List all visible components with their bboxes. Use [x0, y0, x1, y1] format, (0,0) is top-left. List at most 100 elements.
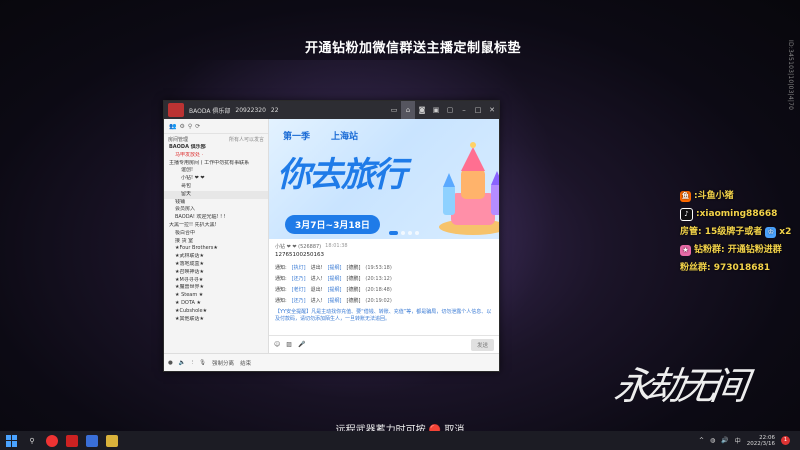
tree-item[interactable]: ★M寻寻寻★: [164, 277, 268, 285]
window-icon[interactable]: ▢: [443, 101, 457, 119]
notice-action: 退出!: [310, 287, 323, 293]
send-button[interactable]: 发送: [470, 338, 494, 351]
event-banner[interactable]: 第一季 上海站 你去旅行 3月7日~3月18日: [269, 119, 499, 239]
input-language[interactable]: 中: [735, 436, 741, 445]
notice-user[interactable]: [还乃]: [292, 275, 306, 282]
people-icon[interactable]: 👥: [169, 123, 176, 130]
tree-item-label: 钱铺: [175, 198, 186, 205]
tree-item[interactable]: ★落地成盒★: [164, 261, 268, 269]
tree-item[interactable]: 会员房入: [164, 206, 268, 214]
settings-icon[interactable]: ⚙: [179, 123, 184, 130]
tree-item-label: 留天: [181, 190, 192, 197]
mic-icon[interactable]: 🎤: [298, 341, 305, 348]
fan-icon: ★: [680, 244, 691, 256]
tree-item[interactable]: 主播专用房间 ( 工作中勿扰有事联系: [164, 160, 268, 168]
tree-item[interactable]: 钱铺: [164, 199, 268, 207]
tree-item[interactable]: ★ Steam ★: [164, 292, 268, 300]
system-tray: ^ ◍ 🔊 中 22:06 2022/3/16 1: [699, 435, 800, 447]
chevron-up-icon[interactable]: ^: [699, 437, 704, 444]
avatar[interactable]: ●: [168, 360, 173, 366]
banner-station: 上海站: [331, 132, 359, 142]
speaker-icon[interactable]: 🔈: [179, 360, 186, 366]
maximize-icon[interactable]: □: [471, 101, 485, 119]
volume-icon[interactable]: 🔊: [721, 437, 728, 444]
search-icon[interactable]: ⚲: [188, 123, 192, 130]
refresh-icon[interactable]: ⟳: [195, 123, 200, 130]
home-icon[interactable]: ⌂: [401, 101, 415, 119]
minimize-icon[interactable]: –: [457, 101, 471, 119]
douyu-icon: 鱼: [680, 190, 691, 202]
tree-item-label: ★落地成盒★: [175, 260, 204, 267]
notice-extra: [提纲]: [327, 276, 342, 282]
sidebar-header-label: 房间管理: [168, 136, 189, 143]
mic-toggle-icon[interactable]: 🎙: [199, 360, 206, 366]
banner-headline: 你去旅行: [277, 155, 407, 195]
search-icon[interactable]: ⚲: [26, 435, 38, 447]
end-button[interactable]: 结束: [240, 359, 251, 367]
tree-item[interactable]: ★ DOTA ★: [164, 300, 268, 308]
split-button[interactable]: 强制分离: [212, 359, 234, 367]
chrome-icon[interactable]: [46, 434, 58, 447]
tree-item[interactable]: 留天: [164, 190, 268, 199]
notice-dept: [德鹏]: [346, 265, 361, 271]
tree-item-label: 小钻! ❤ ❤: [181, 175, 205, 182]
game-icon[interactable]: [106, 434, 118, 447]
tree-item-label: ★M寻寻寻★: [175, 276, 204, 283]
tree-item[interactable]: 哥包: [164, 183, 268, 191]
tree-item[interactable]: BAODA 俱乐部: [164, 144, 268, 152]
app-icon[interactable]: [66, 434, 78, 447]
tree-item[interactable]: ★魔兽世界★: [164, 284, 268, 292]
image-icon[interactable]: ▨: [286, 341, 292, 348]
notice-label: 通知:: [275, 287, 287, 293]
start-icon[interactable]: [6, 434, 18, 447]
recorder-icon[interactable]: [86, 434, 98, 447]
tree-item-label: 主播专用房间 ( 工作中勿扰有事联系: [169, 159, 250, 166]
video-icon[interactable]: ▭: [387, 101, 401, 119]
tree-item[interactable]: 马甲发放处 ·: [164, 152, 268, 160]
sidebar-header-action[interactable]: 所有人可以发言: [229, 136, 264, 143]
network-icon[interactable]: ◍: [710, 437, 715, 444]
camera-icon[interactable]: ◙: [415, 101, 429, 119]
banner-pager[interactable]: [389, 231, 419, 235]
top-banner: 开通钻粉加微信群送主播定制鼠标垫: [304, 41, 521, 56]
tree-item-label: 会员房入: [175, 206, 196, 213]
tree-item-label: ★Cubshole★: [175, 307, 208, 314]
tree-item[interactable]: 接 货 室: [164, 238, 268, 246]
tree-item[interactable]: 极白合中: [164, 230, 268, 238]
notice-row: 通知: [还乃] 进入! [提纲] [德鹏] (20:19:02): [275, 295, 493, 306]
tree-item[interactable]: ★Four Brothers★: [164, 245, 268, 253]
info-tiktok-text: :xiaoming88668: [696, 209, 778, 219]
notice-label: 通知:: [275, 276, 287, 282]
tree-item[interactable]: ★召唤神话★: [164, 269, 268, 277]
game-icon[interactable]: ▣: [429, 101, 443, 119]
tree-item[interactable]: 大黑一拉!! 先扒大黑!: [164, 222, 268, 230]
notice-user[interactable]: [老灯]: [292, 286, 306, 293]
clock[interactable]: 22:06 2022/3/16: [747, 435, 775, 447]
taskbar: ⚲ ^ ◍ 🔊 中 22:06 2022/3/16 1: [0, 431, 800, 450]
tree-item[interactable]: 小钻! ❤ ❤: [164, 175, 268, 183]
tree-item-label: 接 货 室: [175, 237, 194, 244]
info-row-admin: 房管: 15级牌子或者 ♔ x2: [680, 223, 791, 241]
mixer-icon[interactable]: ⫶: [192, 360, 193, 367]
channel-tree: BAODA 俱乐部 马甲发放处 · 主播专用房间 ( 工作中勿扰有事联系 谊创! 小钻!…: [164, 144, 268, 323]
notice-time: (20:19:02): [365, 297, 392, 304]
bottom-toolbar: ● 🔈 ⫶ 🎙 强制分离 结束: [164, 353, 499, 371]
emoji-icon[interactable]: ☺: [274, 341, 280, 348]
tree-item[interactable]: ★Cubshole★: [164, 308, 268, 316]
close-icon[interactable]: ✕: [485, 101, 499, 119]
notice-extra: [提纲]: [327, 265, 342, 271]
message-sender[interactable]: 小钻 ❤ ❤ (526887): [275, 243, 321, 250]
notice-user[interactable]: [还乃]: [292, 297, 306, 304]
tree-item[interactable]: ★武林联话★: [164, 253, 268, 261]
notice-action: 进出!: [310, 265, 323, 271]
tree-item[interactable]: BAODA! 欢迎光临! ! !: [164, 214, 268, 222]
notice-time: (19:53:18): [365, 264, 392, 271]
tree-item[interactable]: ★其他联话★: [164, 316, 268, 324]
banner-dates: 3月7日~3月18日: [285, 215, 380, 234]
notification-badge[interactable]: 1: [781, 436, 790, 445]
notice-user[interactable]: [执灯]: [292, 264, 306, 271]
sidebar-header: 房间管理 所有人可以发言: [164, 134, 268, 144]
tree-item[interactable]: 谊创!: [164, 167, 268, 175]
channel-avatar[interactable]: [168, 103, 184, 117]
chat-area: 小钻 ❤ ❤ (526887) 18:01:38 12765100250163 …: [269, 239, 499, 335]
